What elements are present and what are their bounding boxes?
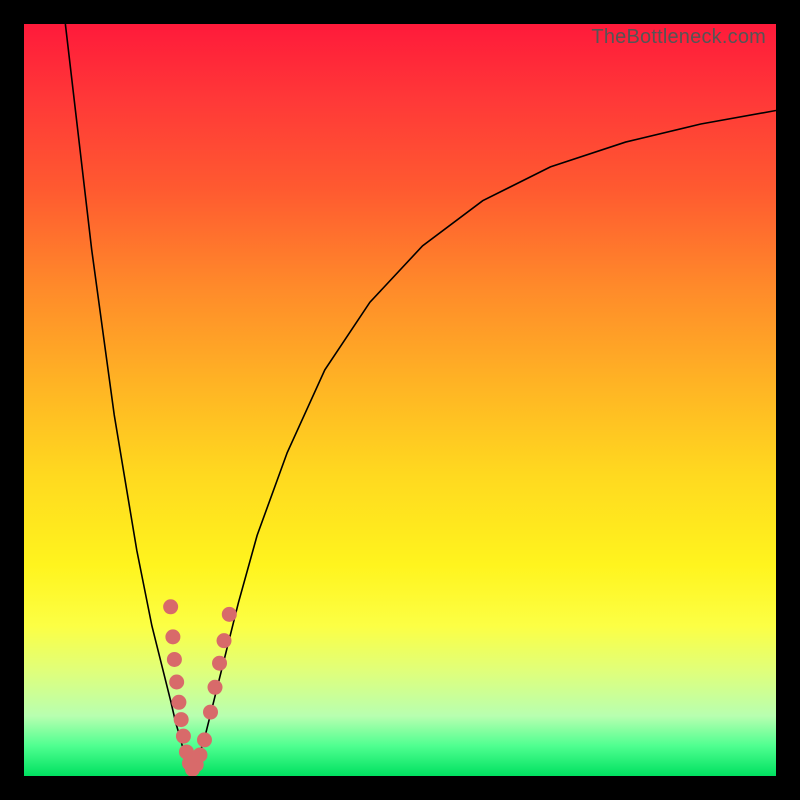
data-marker — [217, 633, 232, 648]
data-marker — [197, 732, 212, 747]
data-marker — [192, 747, 207, 762]
plot-area: TheBottleneck.com — [24, 24, 776, 776]
curve-layer — [24, 24, 776, 776]
data-marker — [171, 695, 186, 710]
curve-right-branch — [190, 110, 776, 775]
chart-frame: TheBottleneck.com — [0, 0, 800, 800]
attribution-text: TheBottleneck.com — [591, 26, 766, 49]
data-marker — [208, 680, 223, 695]
data-marker — [212, 656, 227, 671]
data-marker — [165, 629, 180, 644]
data-marker — [176, 729, 191, 744]
data-marker — [203, 705, 218, 720]
data-marker — [167, 652, 182, 667]
data-marker — [163, 599, 178, 614]
data-marker — [222, 607, 237, 622]
data-marker — [169, 675, 184, 690]
data-marker — [174, 712, 189, 727]
